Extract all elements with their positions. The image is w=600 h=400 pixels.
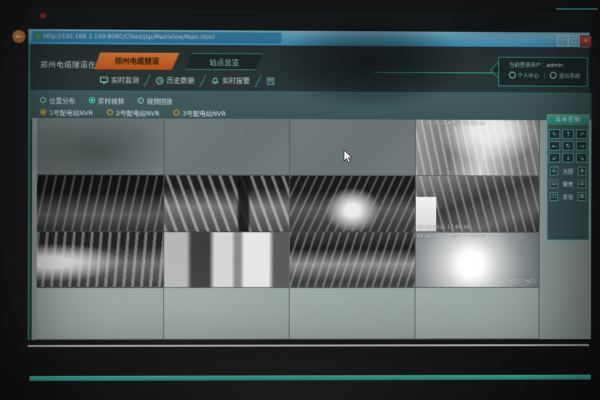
photo-vignette bbox=[0, 0, 600, 400]
